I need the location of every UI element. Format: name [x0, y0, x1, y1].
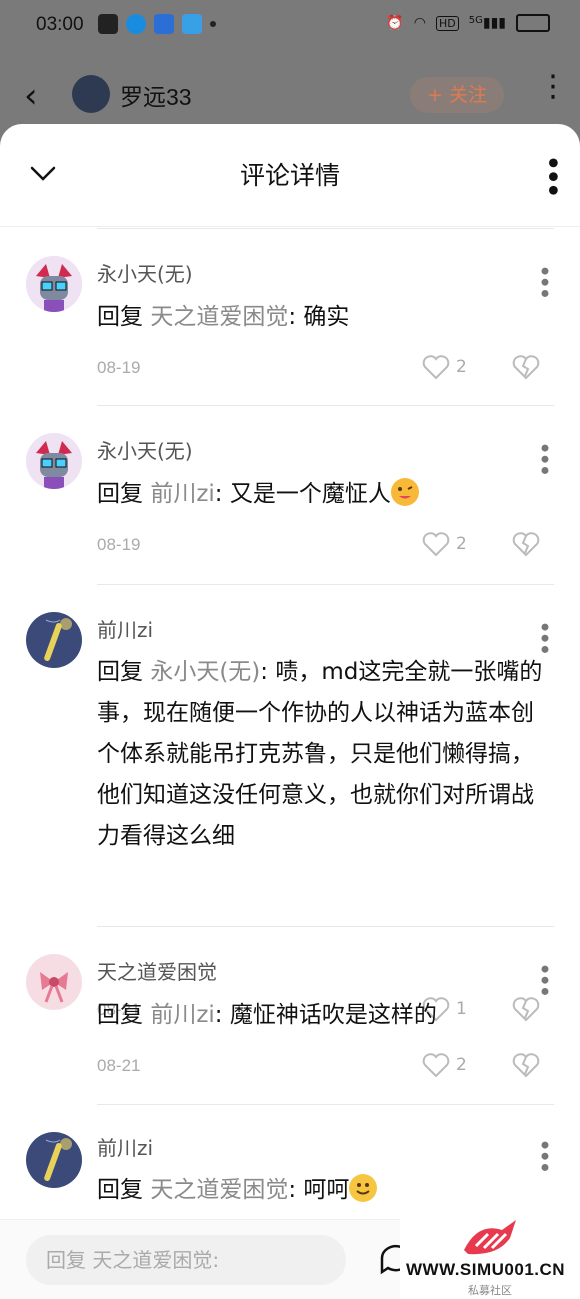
profile-username[interactable]: 罗远33: [120, 78, 192, 112]
avatar[interactable]: [26, 433, 82, 489]
reply-target[interactable]: 前川zi: [150, 481, 214, 507]
follow-button[interactable]: + 关注: [410, 77, 504, 113]
comment-detail-sheet: 评论详情 ••• 永小天(无) ••• 回复 天之道爱困觉: 确实 08-19 …: [0, 124, 580, 1299]
avatar[interactable]: [26, 256, 82, 312]
comment-username[interactable]: 前川zi: [97, 1132, 153, 1161]
system-icons: ⏰ ◠ HD 5G▮▮▮: [386, 14, 550, 32]
more-icon[interactable]: ⋮: [538, 72, 568, 102]
alarm-icon: ⏰: [386, 15, 404, 31]
reply-target[interactable]: 天之道爱困觉: [150, 304, 288, 330]
like-button[interactable]: 2: [422, 1052, 467, 1078]
smile-face-emoji-icon: [349, 1174, 378, 1202]
avatar[interactable]: [26, 954, 82, 1010]
like-count: 2: [456, 534, 467, 554]
sheet-title: 评论详情: [239, 161, 340, 190]
comment-text: 回复 天之道爱困觉: 确实: [97, 304, 350, 330]
comment-date: 08-19: [97, 535, 141, 554]
reply-input[interactable]: 回复 天之道爱困觉:: [26, 1235, 346, 1285]
divider: [97, 228, 554, 229]
divider: [97, 584, 554, 585]
browser-icon: [182, 14, 202, 34]
notification-icons: [98, 14, 216, 34]
reply-target[interactable]: 永小天(无): [150, 659, 260, 685]
reply-target[interactable]: 天之道爱困觉: [150, 1177, 288, 1203]
divider: [97, 926, 554, 927]
comment-username[interactable]: 天之道爱困觉: [97, 956, 217, 985]
comment-text: 回复 永小天(无): 啧，md这完全就一张嘴的事，现在随便一个作协的人以神话为蓝…: [97, 659, 543, 849]
comment-text: 回复 前川zi: 又是一个魔怔人: [97, 475, 547, 513]
heart-icon: [422, 532, 450, 557]
avatar[interactable]: [26, 612, 82, 668]
comment-date: 08-21: [97, 1056, 141, 1075]
message-icon: [98, 14, 118, 34]
like-count: 2: [456, 1055, 467, 1075]
watermark-logo-icon: [464, 1220, 516, 1255]
more-icon[interactable]: •••: [534, 154, 569, 195]
tongue-face-emoji-icon: [390, 478, 419, 506]
baidu-icon: [154, 14, 174, 34]
avatar[interactable]: [26, 1132, 82, 1188]
heart-icon: [422, 1053, 450, 1078]
comment-more-icon[interactable]: •••: [530, 620, 558, 653]
comment-more-icon[interactable]: •••: [530, 1138, 558, 1171]
comment-text: 回复 前川zi: 魔怔神话吹是这样的: [97, 1002, 437, 1028]
back-icon[interactable]: ‹: [24, 76, 38, 116]
sheet-header: 评论详情 •••: [0, 124, 580, 227]
reply-target[interactable]: 前川zi: [150, 1002, 214, 1028]
avatar[interactable]: [72, 75, 110, 113]
comment-more-icon[interactable]: •••: [530, 264, 558, 297]
wifi-icon: ◠: [413, 15, 426, 31]
like-button[interactable]: 2: [422, 354, 467, 380]
status-bar: 03:00 ⏰ ◠ HD 5G▮▮▮: [0, 0, 580, 52]
comment-username[interactable]: 永小天(无): [97, 258, 193, 287]
dot-icon: [210, 21, 216, 27]
like-button[interactable]: 2: [422, 531, 467, 557]
comment-text: 回复 天之道爱困觉: 呵呵: [97, 1171, 547, 1209]
profile-nav: ‹ 罗远33 + 关注 ⋮: [0, 60, 580, 128]
divider: [97, 1104, 554, 1105]
watermark-subtitle: 私募社区: [468, 1284, 512, 1297]
comment-date: 08-19: [97, 358, 141, 377]
signal-icon: 5G▮▮▮: [468, 15, 506, 31]
heart-icon: [422, 355, 450, 380]
battery-icon: [516, 14, 550, 32]
comment-username[interactable]: 前川zi: [97, 614, 153, 643]
comment-username[interactable]: 永小天(无): [97, 435, 193, 464]
divider: [97, 405, 554, 406]
watermark: WWW.SIMU001.CN 私募社区: [400, 1210, 580, 1299]
watermark-url: WWW.SIMU001.CN: [406, 1260, 566, 1279]
hd-badge: HD: [436, 15, 459, 31]
broken-heart-icon[interactable]: [512, 531, 540, 557]
clock: 03:00: [36, 14, 84, 35]
like-count: 2: [456, 357, 467, 377]
comment-more-icon[interactable]: •••: [530, 441, 558, 474]
broken-heart-icon[interactable]: [512, 354, 540, 380]
qq-icon: [126, 14, 146, 34]
broken-heart-icon[interactable]: [512, 1052, 540, 1078]
comment-more-icon[interactable]: •••: [530, 962, 558, 995]
